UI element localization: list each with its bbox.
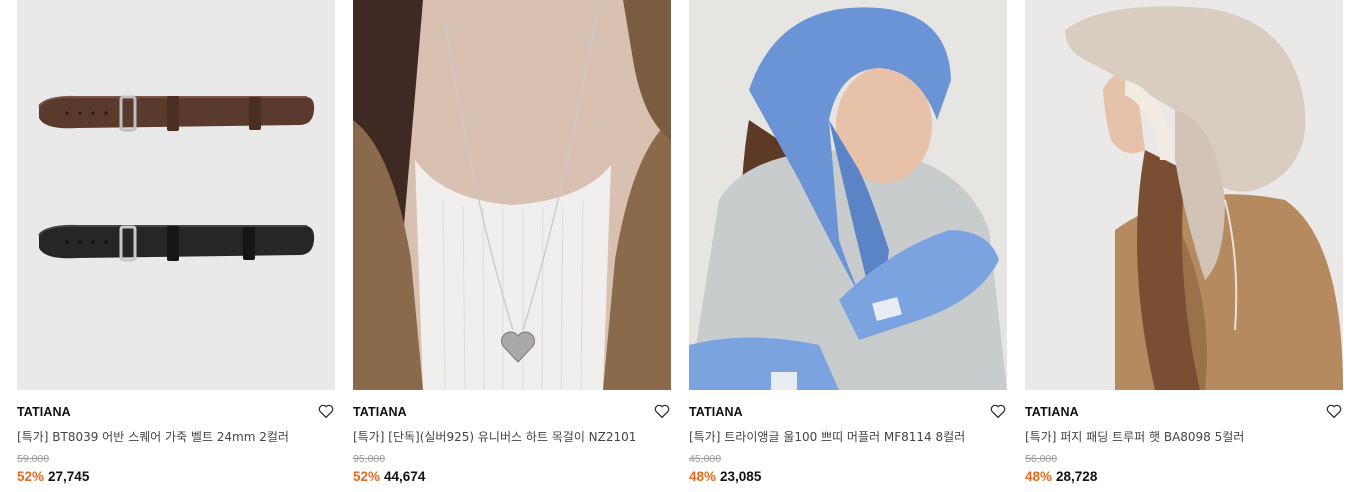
product-image-trooper-hat[interactable] [1025,0,1343,390]
product-brand[interactable]: TATIANA [1025,405,1079,419]
product-name[interactable]: [특가] BT8039 어반 스퀘어 가죽 벨트 24mm 2컬러 [17,428,317,445]
product-brand[interactable]: TATIANA [17,405,71,419]
trooper-hat-image [1025,0,1343,390]
original-price: 45,000 [689,453,722,465]
original-price: 95,000 [353,453,386,465]
product-brand[interactable]: TATIANA [689,405,743,419]
discount-rate: 52% [17,469,45,484]
muffler-image [689,0,1007,390]
necklace-image [353,0,671,390]
product-image-belts[interactable] [17,0,335,390]
price-line: 52% 27,745 [17,469,89,484]
product-name[interactable]: [특가] 퍼지 패딩 트루퍼 햇 BA8098 5컬러 [1025,428,1325,445]
original-price: 59,000 [17,453,50,465]
sale-price: 27,745 [48,469,90,484]
product-card[interactable]: TATIANA [특가] BT8039 어반 스퀘어 가죽 벨트 24mm 2컬… [17,0,335,492]
product-card[interactable]: TATIANA [특가] [단독](실버925) 유니버스 하트 목걸이 NZ2… [353,0,671,492]
heart-outline-icon[interactable] [653,402,671,420]
belt-image [17,0,335,390]
heart-outline-icon[interactable] [317,402,335,420]
product-name[interactable]: [특가] 트라이앵글 울100 쁘띠 머플러 MF8114 8컬러 [689,428,989,445]
product-image-muffler[interactable] [689,0,1007,390]
price-line: 48% 28,728 [1025,469,1097,484]
price-line: 48% 23,085 [689,469,761,484]
product-name[interactable]: [특가] [단독](실버925) 유니버스 하트 목걸이 NZ2101 [353,428,653,445]
product-card[interactable]: TATIANA [특가] 트라이앵글 울100 쁘띠 머플러 MF8114 8컬… [689,0,1007,492]
price-line: 52% 44,674 [353,469,425,484]
product-brand[interactable]: TATIANA [353,405,407,419]
product-grid: TATIANA [특가] BT8039 어반 스퀘어 가죽 벨트 24mm 2컬… [0,0,1354,492]
heart-outline-icon[interactable] [989,402,1007,420]
product-card[interactable]: TATIANA [특가] 퍼지 패딩 트루퍼 햇 BA8098 5컬러 56,0… [1025,0,1343,492]
sale-price: 23,085 [720,469,762,484]
sale-price: 28,728 [1056,469,1098,484]
discount-rate: 48% [689,469,717,484]
heart-outline-icon[interactable] [1325,402,1343,420]
sale-price: 44,674 [384,469,426,484]
discount-rate: 48% [1025,469,1053,484]
discount-rate: 52% [353,469,381,484]
original-price: 56,000 [1025,453,1058,465]
product-image-necklace[interactable] [353,0,671,390]
